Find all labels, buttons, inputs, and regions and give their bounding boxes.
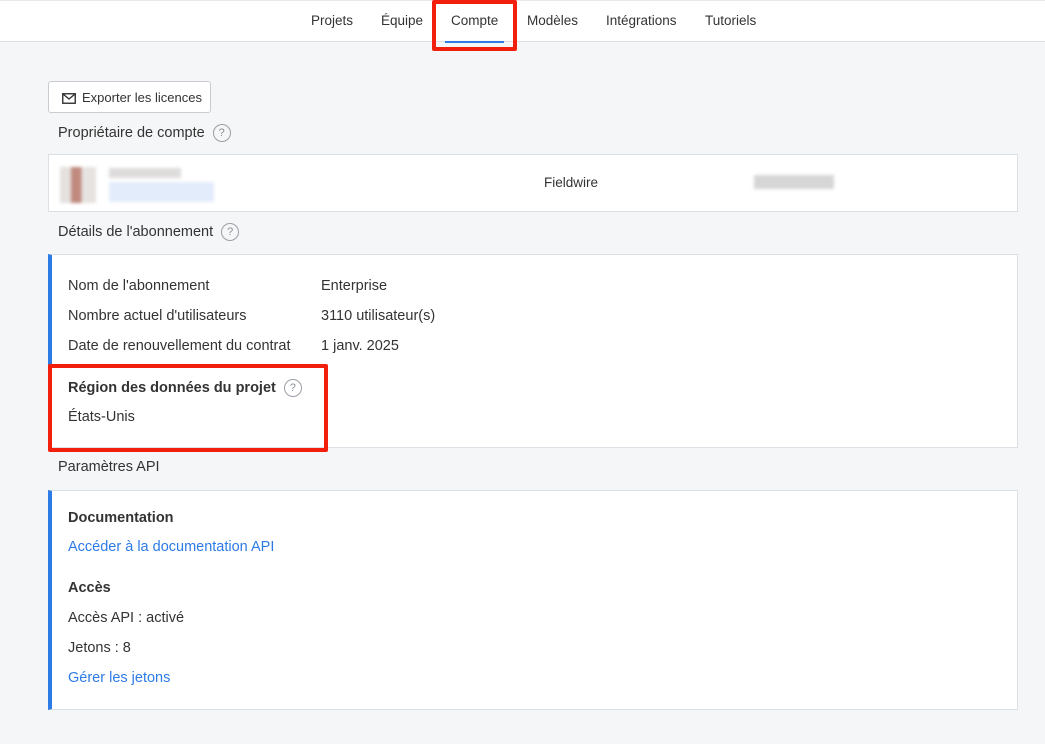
- help-icon[interactable]: ?: [221, 223, 240, 241]
- tab-compte[interactable]: Compte: [444, 1, 505, 43]
- subscription-name-value: Enterprise: [321, 278, 388, 294]
- api-access-status: Accès API : activé: [68, 610, 185, 626]
- export-licenses-label: Exporter les licences: [82, 89, 202, 105]
- data-region-value: États-Unis: [68, 409, 135, 425]
- user-count-value: 3110 utilisateur(s): [321, 308, 436, 324]
- access-heading: Accès: [68, 580, 111, 596]
- top-navigation: Projets Équipe Compte Modèles Intégratio…: [0, 0, 1045, 43]
- token-count: Jetons : 8: [68, 640, 131, 656]
- documentation-heading: Documentation: [68, 510, 174, 526]
- help-icon[interactable]: ?: [283, 379, 302, 397]
- tab-equipe[interactable]: Équipe: [381, 1, 423, 42]
- account-owner-card: Fieldwire: [48, 154, 1018, 212]
- user-count-label: Nombre actuel d'utilisateurs: [68, 308, 247, 324]
- avatar: [60, 167, 96, 203]
- tab-tutoriels[interactable]: Tutoriels: [705, 1, 756, 42]
- api-settings-heading: Paramètres API: [58, 459, 160, 475]
- data-region-heading: Région des données du projet ?: [68, 379, 302, 397]
- tab-integrations[interactable]: Intégrations: [606, 1, 677, 42]
- owner-phone-redacted: [754, 175, 834, 189]
- data-region-title: Région des données du projet: [68, 380, 276, 396]
- export-licenses-button[interactable]: Exporter les licences: [48, 81, 211, 113]
- renewal-date-label: Date de renouvellement du contrat: [68, 338, 291, 354]
- subscription-heading: Détails de l'abonnement ?: [58, 223, 240, 241]
- tab-modeles[interactable]: Modèles: [527, 1, 578, 42]
- envelope-icon: [62, 92, 76, 104]
- owner-email-redacted: [109, 182, 214, 202]
- api-documentation-link[interactable]: Accéder à la documentation API: [68, 539, 274, 555]
- subscription-title: Détails de l'abonnement: [58, 224, 214, 240]
- owner-name-redacted: [109, 168, 181, 178]
- owner-company: Fieldwire: [544, 175, 599, 190]
- account-owner-title: Propriétaire de compte: [58, 125, 205, 141]
- subscription-name-label: Nom de l'abonnement: [68, 278, 210, 294]
- tab-projets[interactable]: Projets: [311, 1, 353, 42]
- api-settings-card: [48, 490, 1018, 710]
- manage-tokens-link[interactable]: Gérer les jetons: [68, 670, 170, 686]
- renewal-date-value: 1 janv. 2025: [321, 338, 399, 354]
- account-owner-heading: Propriétaire de compte ?: [58, 124, 231, 142]
- help-icon[interactable]: ?: [212, 124, 231, 142]
